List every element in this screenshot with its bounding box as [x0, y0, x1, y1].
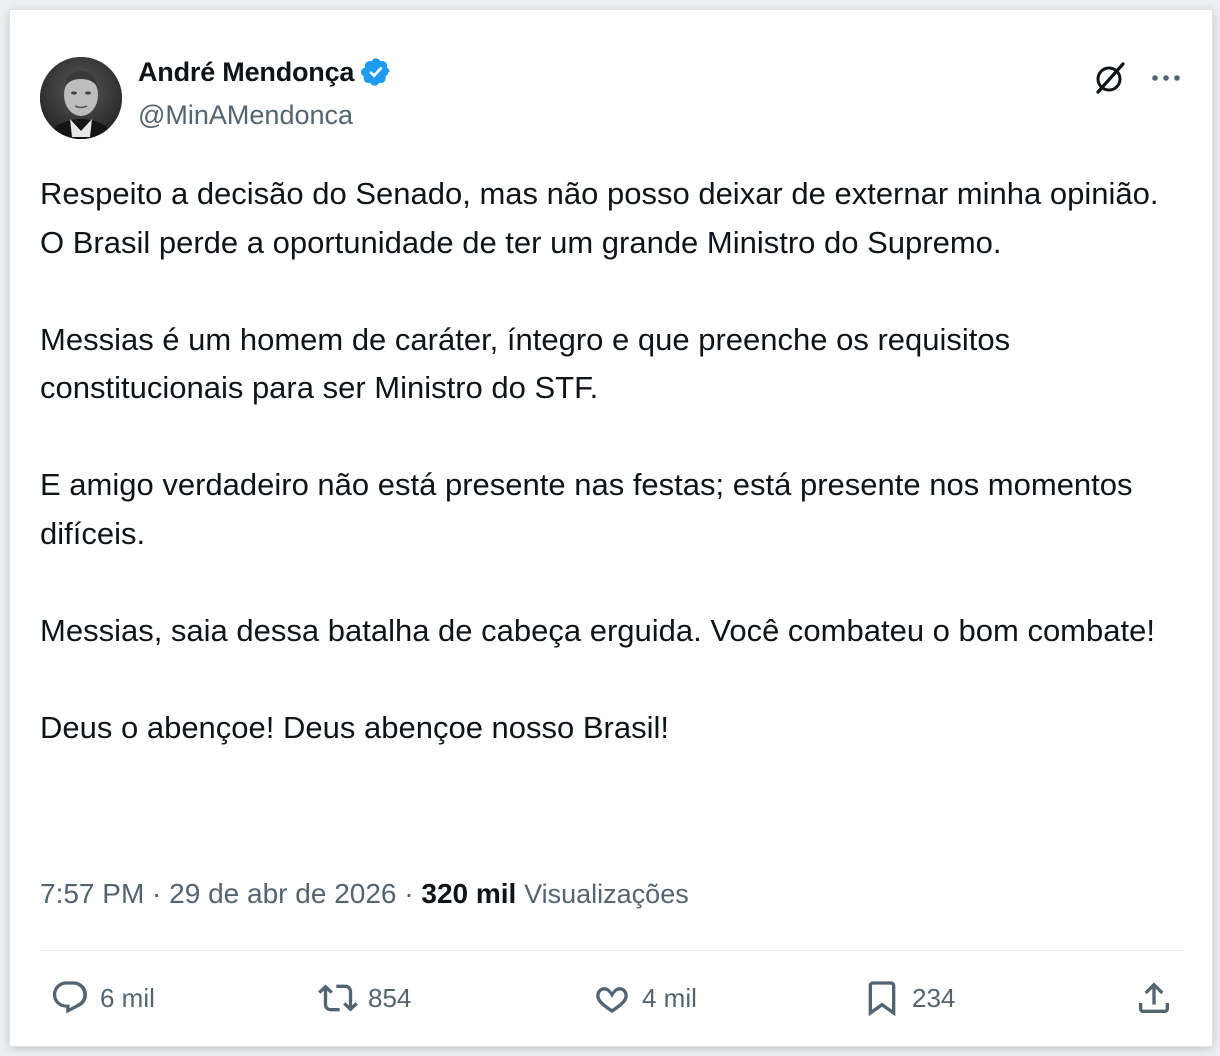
- tweet-time[interactable]: 7:57 PM: [40, 878, 144, 909]
- like-button[interactable]: 4 mil: [592, 976, 697, 1020]
- tweet-paragraph: E amigo verdadeiro não está presente nas…: [40, 467, 1133, 551]
- heart-icon: [596, 987, 628, 1013]
- tweet-paragraph: Deus o abençoe! Deus abençoe nosso Brasi…: [40, 709, 670, 745]
- reply-bubble-icon: [52, 981, 88, 1014]
- tweet-meta: 7:57 PM · 29 de abr de 2026 · 320 mil Vi…: [40, 878, 689, 910]
- author-display-name[interactable]: André Mendonça: [138, 57, 354, 88]
- avatar[interactable]: [40, 57, 122, 139]
- author-handle[interactable]: @MinAMendonca: [138, 100, 353, 131]
- repost-arrows-icon: [318, 984, 358, 1012]
- author-name-row[interactable]: André Mendonça: [138, 56, 392, 88]
- reply-button[interactable]: 6 mil: [50, 976, 155, 1020]
- tweet-paragraph: Messias, saia dessa batalha de cabeça er…: [40, 612, 1155, 648]
- share-upload-icon: [1139, 982, 1169, 1013]
- share-button[interactable]: [1134, 976, 1184, 1020]
- bookmark-icon: [868, 981, 896, 1017]
- tweet-paragraph: Respeito a decisão do Senado, mas não po…: [40, 176, 1159, 260]
- meta-separator: ·: [144, 878, 170, 909]
- bookmark-count: 234: [912, 982, 956, 1013]
- tweet-text: Respeito a decisão do Senado, mas não po…: [40, 170, 1190, 752]
- tweet-paragraph: Messias é um homem de caráter, íntegro e…: [40, 321, 1011, 406]
- repost-count: 854: [368, 982, 412, 1013]
- more-dots-icon[interactable]: [1148, 60, 1184, 96]
- tweet-card: André Mendonça @MinAMendonca Respeito a …: [10, 10, 1212, 1046]
- verified-badge-icon[interactable]: [360, 56, 392, 88]
- meta-separator: ·: [396, 878, 422, 909]
- views-label[interactable]: Visualizações: [524, 879, 689, 909]
- views-count: 320 mil: [421, 878, 517, 909]
- like-count: 4 mil: [642, 982, 697, 1013]
- grok-icon[interactable]: [1092, 60, 1128, 96]
- repost-button[interactable]: 854: [318, 976, 411, 1020]
- bookmark-button[interactable]: 234: [862, 976, 955, 1020]
- reply-count: 6 mil: [100, 982, 155, 1013]
- divider: [40, 950, 1184, 951]
- tweet-date[interactable]: 29 de abr de 2026: [169, 878, 396, 909]
